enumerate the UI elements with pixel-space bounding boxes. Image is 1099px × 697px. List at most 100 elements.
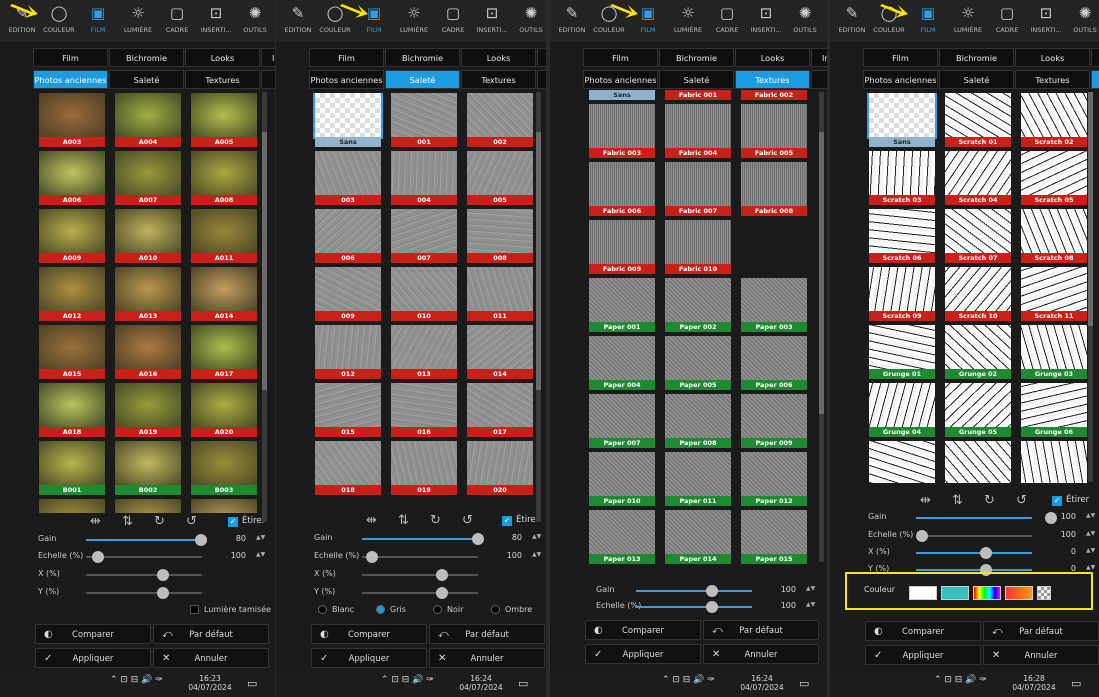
thumbnail-item[interactable]: Sans <box>867 93 937 147</box>
tab-film[interactable]: Film <box>583 48 658 67</box>
rotate-right-icon[interactable]: ↺ <box>462 513 473 528</box>
stepper-arrows[interactable]: ▲▼ <box>1086 564 1095 571</box>
tab-photosanciennes[interactable]: Photos anciennes <box>33 70 108 89</box>
thumbnail-item[interactable]: A007 <box>113 151 183 205</box>
thumbnail-item[interactable]: A008 <box>189 151 259 205</box>
tab-film[interactable]: Film <box>309 48 384 67</box>
clock[interactable]: 16:24 04/07/2024 <box>737 674 787 692</box>
slider-knob[interactable] <box>916 530 928 542</box>
thumbnail-item[interactable]: Paper 012 <box>739 452 809 506</box>
tab-extras[interactable]: Extras <box>811 70 827 89</box>
thumbnail-item[interactable]: Scratch 08 <box>1019 209 1089 263</box>
tab-photosanciennes[interactable]: Photos anciennes <box>309 70 384 89</box>
grid-scrollbar[interactable] <box>262 92 267 522</box>
tab-incrustations[interactable]: Incrustations <box>261 48 275 67</box>
default-button[interactable]: ⤺ Par défaut <box>429 624 545 644</box>
thumbnail-item[interactable]: A014 <box>189 267 259 321</box>
slider-track[interactable] <box>916 512 1057 524</box>
tab-textures[interactable]: Textures <box>185 70 260 89</box>
toolbar-cadre-button[interactable]: ▢ CADRE <box>707 0 747 42</box>
tab-film[interactable]: Film <box>33 48 108 67</box>
toolbar-edition-button[interactable]: ✎ EDITION <box>832 0 872 42</box>
thumbnail-item[interactable]: A010 <box>113 209 183 263</box>
thumbnail-item[interactable]: Fabric 008 <box>739 162 809 216</box>
system-tray-icons[interactable]: ⌃ ⊡ ⊟ 🔊 ✑ <box>110 675 163 685</box>
tab-photosanciennes[interactable]: Photos anciennes <box>583 70 658 89</box>
color-swatch[interactable] <box>1037 586 1051 600</box>
etirer-checkbox[interactable]: ✓ <box>228 517 238 527</box>
thumbnail-item[interactable]: B002 <box>113 441 183 495</box>
default-button[interactable]: ⤺ Par défaut <box>153 624 269 644</box>
compare-button[interactable]: ◐ Comparer <box>585 620 701 640</box>
slider-knob[interactable] <box>436 587 448 599</box>
slider-knob[interactable] <box>980 547 992 559</box>
toolbar-edition-button[interactable]: ✎ EDITION <box>552 0 592 42</box>
thumbnail-item[interactable]: Paper 010 <box>587 452 657 506</box>
cancel-button[interactable]: ✕ Annuler <box>429 648 545 668</box>
tab-salet[interactable]: Saleté <box>939 70 1014 89</box>
flip-v-icon[interactable]: ⇅ <box>952 493 963 508</box>
toolbar-outils-button[interactable]: ✺ OUTILS <box>785 0 825 42</box>
thumbnail-item[interactable]: 013 <box>389 325 459 379</box>
tab-looks[interactable]: Looks <box>1015 48 1090 67</box>
thumbnail-item[interactable]: Scratch 07 <box>943 209 1013 263</box>
thumbnail-item[interactable]: Grunge 08 <box>943 441 1013 483</box>
thumbnail-item[interactable]: 009 <box>313 267 383 321</box>
rotate-left-icon[interactable]: ↻ <box>984 493 995 508</box>
toolbar-lumire-button[interactable]: ☼ LUMIÈRE <box>948 0 988 42</box>
stepper-arrows[interactable]: ▲▼ <box>256 534 265 541</box>
thumbnail-item[interactable]: 010 <box>389 267 459 321</box>
thumbnail-item[interactable]: 016 <box>389 383 459 437</box>
stepper-arrows[interactable]: ▲▼ <box>806 601 815 608</box>
slider-knob[interactable] <box>92 551 104 563</box>
thumbnail-item[interactable]: Sans <box>587 88 657 100</box>
thumbnail-item[interactable]: Scratch 05 <box>1019 151 1089 205</box>
slider-track[interactable] <box>636 585 752 597</box>
flip-v-icon[interactable]: ⇅ <box>398 513 409 528</box>
tab-bichromie[interactable]: Bichromie <box>659 48 734 67</box>
thumbnail-item[interactable] <box>113 499 183 513</box>
compare-button[interactable]: ◐ Comparer <box>35 624 151 644</box>
color-swatch[interactable] <box>1005 586 1033 600</box>
thumbnail-item[interactable]: Paper 007 <box>587 394 657 448</box>
notification-icon[interactable]: ▭ <box>1071 677 1081 690</box>
toolbar-inserti-button[interactable]: ⊡ INSERTI... <box>472 0 512 42</box>
grid-scrollbar[interactable] <box>1088 92 1093 482</box>
thumbnail-item[interactable]: Grunge 03 <box>1019 325 1089 379</box>
apply-button[interactable]: ✓ Appliquer <box>311 648 427 668</box>
rotate-right-icon[interactable]: ↺ <box>186 514 197 529</box>
tab-salet[interactable]: Saleté <box>109 70 184 89</box>
toolbar-film-button[interactable]: ▣ FILM <box>78 0 118 42</box>
stepper-arrows[interactable]: ▲▼ <box>806 585 815 592</box>
toolbar-inserti-button[interactable]: ⊡ INSERTI... <box>1026 0 1066 42</box>
thumbnail-item[interactable]: Fabric 005 <box>739 104 809 158</box>
tab-incrustations[interactable]: Incrustations <box>811 48 827 67</box>
slider-track[interactable] <box>86 569 202 581</box>
color-swatch[interactable] <box>909 586 937 600</box>
thumbnail-item[interactable]: B003 <box>189 441 259 495</box>
tab-bichromie[interactable]: Bichromie <box>939 48 1014 67</box>
thumbnail-item[interactable]: Paper 008 <box>663 394 733 448</box>
stepper-arrows[interactable]: ▲▼ <box>532 551 541 558</box>
cancel-button[interactable]: ✕ Annuler <box>983 645 1099 665</box>
thumbnail-item[interactable]: A006 <box>37 151 107 205</box>
toolbar-lumire-button[interactable]: ☼ LUMIÈRE <box>668 0 708 42</box>
flip-h-icon[interactable]: ⇹ <box>366 513 377 528</box>
thumbnail-item[interactable]: A012 <box>37 267 107 321</box>
stepper-arrows[interactable]: ▲▼ <box>1086 512 1095 519</box>
slider-knob[interactable] <box>706 601 718 613</box>
slider-track[interactable] <box>86 587 202 599</box>
toolbar-couleur-button[interactable]: ◯ COULEUR <box>39 0 79 42</box>
thumbnail-item[interactable]: Fabric 006 <box>587 162 657 216</box>
thumbnail-item[interactable]: A020 <box>189 383 259 437</box>
toolbar-cadre-button[interactable]: ▢ CADRE <box>433 0 473 42</box>
thumbnail-item[interactable]: Fabric 010 <box>663 220 733 274</box>
thumbnail-item[interactable]: 008 <box>465 209 535 263</box>
thumbnail-item[interactable]: Paper 014 <box>663 510 733 564</box>
slider-track[interactable] <box>362 533 484 545</box>
tab-looks[interactable]: Looks <box>735 48 810 67</box>
thumbnail-item[interactable]: 001 <box>389 93 459 147</box>
slider-knob[interactable] <box>706 585 718 597</box>
thumbnail-item[interactable] <box>189 499 259 513</box>
thumbnail-item[interactable]: A011 <box>189 209 259 263</box>
